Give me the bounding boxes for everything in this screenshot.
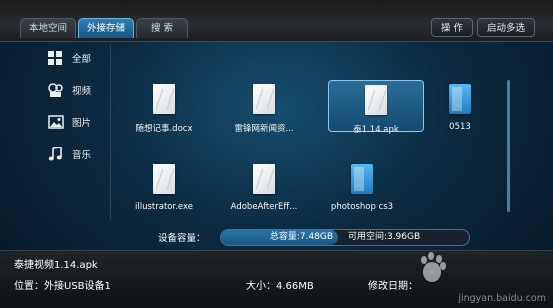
total-capacity: 总容量:7.48GB — [269, 231, 334, 242]
file-item[interactable]: photoshop cs3 — [314, 164, 410, 220]
capacity-label: 设备容量： — [158, 233, 206, 244]
picture-icon — [48, 115, 64, 129]
file-label: 0513 — [449, 122, 471, 132]
tab-bar: 本地空间 外接存储 搜 索 — [20, 18, 190, 38]
divider — [110, 44, 111, 220]
sidebar-item-all[interactable]: 全部 — [36, 42, 108, 74]
sidebar-item-music[interactable]: 音乐 — [36, 138, 108, 170]
folder-icon — [351, 164, 373, 194]
sidebar-item-label: 全部 — [72, 54, 92, 65]
file-item[interactable]: 雷锋网新闻资... — [216, 84, 312, 140]
action-buttons: 操 作 启动多选 — [427, 18, 535, 37]
baidu-watermark: jingyan.baidu.com — [418, 252, 550, 306]
capacity-text: 总容量:7.48GB 可用空间:3.96GB — [221, 230, 469, 245]
document-icon — [153, 84, 175, 114]
sidebar-item-label: 视频 — [72, 86, 92, 97]
app-window: 本地空间 外接存储 搜 索 操 作 启动多选 全部 视频 图片 音乐 随想记事.… — [0, 0, 553, 308]
file-size: 大小：4.66MB — [246, 281, 314, 292]
tab-local-space[interactable]: 本地空间 — [20, 18, 77, 38]
document-icon — [153, 164, 175, 194]
tab-external-storage[interactable]: 外接存储 — [78, 18, 135, 38]
file-label: 随想记事.docx — [135, 124, 193, 134]
file-label: illustrator.exe — [135, 202, 193, 212]
folder-icon — [449, 84, 471, 114]
file-label: 泰1.14.apk — [353, 125, 399, 135]
file-label: AdobeAfterEff... — [230, 202, 298, 212]
file-item-selected[interactable]: 泰1.14.apk — [328, 80, 424, 135]
tab-search[interactable]: 搜 索 — [136, 18, 189, 38]
file-item[interactable]: AdobeAfterEff... — [216, 164, 312, 220]
baidu-logo-icon — [421, 252, 446, 282]
file-name: 泰捷视频1.14.apk — [14, 260, 98, 271]
category-sidebar: 全部 视频 图片 音乐 — [36, 42, 108, 222]
film-reel-icon — [48, 83, 64, 97]
file-item[interactable]: illustrator.exe — [116, 164, 212, 220]
file-grid: 随想记事.docx 雷锋网新闻资... 泰1.14.apk 0513 illus… — [114, 78, 504, 218]
file-label: 雷锋网新闻资... — [234, 124, 294, 134]
sidebar-item-label: 图片 — [72, 118, 92, 129]
free-space: 可用空间:3.96GB — [347, 231, 421, 242]
document-icon — [253, 84, 275, 114]
top-bar: 本地空间 外接存储 搜 索 操 作 启动多选 — [0, 0, 553, 42]
capacity-bar: 总容量:7.48GB 可用空间:3.96GB — [220, 228, 470, 246]
sidebar-item-label: 音乐 — [72, 150, 92, 161]
operate-button[interactable]: 操 作 — [430, 18, 473, 37]
sidebar-item-video[interactable]: 视频 — [36, 74, 108, 106]
sidebar-item-pictures[interactable]: 图片 — [36, 106, 108, 138]
music-note-icon — [48, 146, 64, 161]
file-location: 位置：外接USB设备1 — [14, 281, 111, 292]
document-icon — [365, 85, 387, 115]
multi-select-button[interactable]: 启动多选 — [476, 18, 535, 37]
modified-date: 修改日期： — [368, 281, 418, 292]
file-item[interactable]: 随想记事.docx — [116, 84, 212, 140]
scrollbar[interactable] — [507, 80, 510, 212]
capacity-row: 设备容量： 总容量:7.48GB 可用空间:3.96GB — [158, 227, 470, 247]
file-item[interactable]: 0513 — [412, 84, 508, 140]
watermark-text: jingyan.baidu.com — [458, 293, 546, 304]
grid-icon — [48, 51, 64, 65]
document-icon — [253, 164, 275, 194]
file-label: photoshop cs3 — [330, 202, 394, 212]
